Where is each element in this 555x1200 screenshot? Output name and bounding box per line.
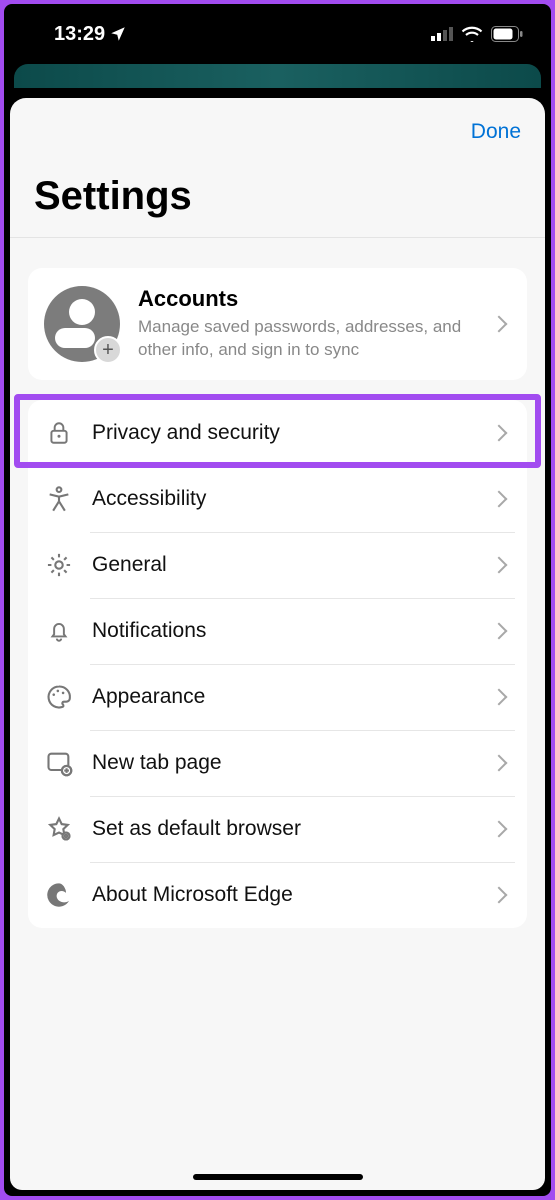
- page-title: Settings: [10, 150, 545, 238]
- new-tab-icon: [44, 748, 74, 778]
- palette-icon: [44, 682, 74, 712]
- row-new-tab-page[interactable]: New tab page: [28, 730, 527, 796]
- cellular-icon: [431, 27, 453, 41]
- row-label: About Microsoft Edge: [92, 883, 475, 907]
- settings-sheet: Done Settings + Accounts Manage saved pa…: [10, 98, 545, 1190]
- row-label: Notifications: [92, 619, 475, 643]
- chevron-right-icon: [491, 316, 508, 333]
- chevron-right-icon: [491, 821, 508, 838]
- bell-icon: [44, 616, 74, 646]
- row-accessibility[interactable]: Accessibility: [28, 466, 527, 532]
- row-default-browser[interactable]: Set as default browser: [28, 796, 527, 862]
- status-time: 13:29: [54, 23, 105, 46]
- row-notifications[interactable]: Notifications: [28, 598, 527, 664]
- accounts-subtitle: Manage saved passwords, addresses, and o…: [138, 316, 475, 362]
- wifi-icon: [461, 26, 483, 42]
- row-appearance[interactable]: Appearance: [28, 664, 527, 730]
- row-privacy-security[interactable]: Privacy and security: [28, 400, 527, 466]
- settings-list: Privacy and security Accessibility: [28, 400, 527, 928]
- lock-icon: [44, 418, 74, 448]
- chevron-right-icon: [491, 689, 508, 706]
- home-indicator[interactable]: [193, 1174, 363, 1180]
- chevron-right-icon: [491, 623, 508, 640]
- add-account-icon: +: [94, 336, 122, 364]
- accessibility-icon: [44, 484, 74, 514]
- star-gear-icon: [44, 814, 74, 844]
- chevron-right-icon: [491, 491, 508, 508]
- location-icon: [109, 25, 127, 43]
- accounts-card[interactable]: + Accounts Manage saved passwords, addre…: [28, 268, 527, 380]
- row-label: New tab page: [92, 751, 475, 775]
- row-label: General: [92, 553, 475, 577]
- status-bar: 13:29: [4, 4, 551, 64]
- chevron-right-icon: [491, 755, 508, 772]
- accounts-title: Accounts: [138, 286, 475, 312]
- account-avatar: +: [44, 286, 120, 362]
- gear-icon: [44, 550, 74, 580]
- row-label: Appearance: [92, 685, 475, 709]
- background-app-strip: [14, 64, 541, 88]
- chevron-right-icon: [491, 425, 508, 442]
- row-general[interactable]: General: [28, 532, 527, 598]
- row-label: Accessibility: [92, 487, 475, 511]
- chevron-right-icon: [491, 887, 508, 904]
- done-button[interactable]: Done: [471, 120, 521, 144]
- row-label: Privacy and security: [92, 421, 475, 445]
- device-frame: 13:29: [4, 4, 551, 1196]
- battery-icon: [491, 26, 523, 42]
- edge-logo-icon: [44, 880, 74, 910]
- row-about-edge[interactable]: About Microsoft Edge: [28, 862, 527, 928]
- row-label: Set as default browser: [92, 817, 475, 841]
- chevron-right-icon: [491, 557, 508, 574]
